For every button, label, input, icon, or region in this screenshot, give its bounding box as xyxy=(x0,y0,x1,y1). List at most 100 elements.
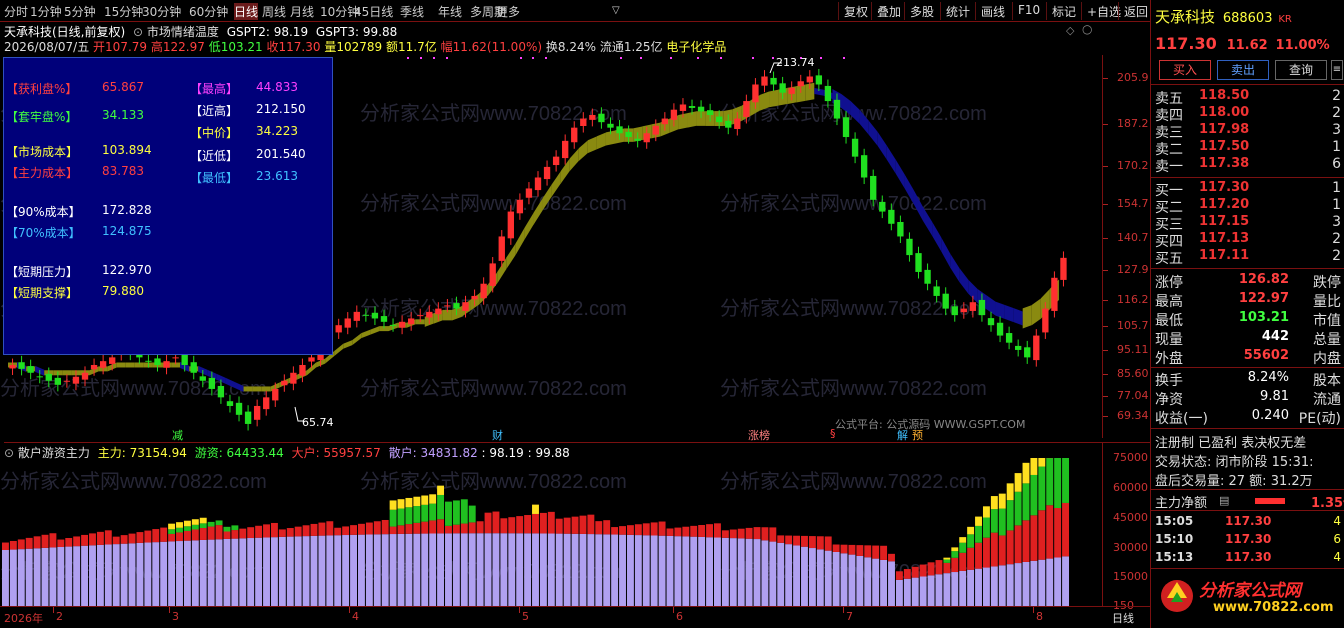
candle-body[interactable] xyxy=(960,308,967,313)
buy-level-3[interactable]: 买三 117.15 3 xyxy=(1155,214,1341,233)
candle-body[interactable] xyxy=(190,362,197,373)
candle-body[interactable] xyxy=(797,81,804,87)
candle-body[interactable] xyxy=(398,321,406,328)
candle-body[interactable] xyxy=(870,175,877,200)
buy-level-4[interactable]: 买四 117.13 2 xyxy=(1155,231,1341,250)
date-period[interactable]: 日线 xyxy=(1112,610,1134,626)
candle-body[interactable] xyxy=(942,293,949,309)
candle-body[interactable] xyxy=(625,131,632,138)
candle-body[interactable] xyxy=(752,84,759,103)
candle-body[interactable] xyxy=(18,362,25,369)
net-flow-icon[interactable]: ▤ xyxy=(1219,494,1229,507)
candle-body[interactable] xyxy=(897,221,904,237)
period-tab-1[interactable]: 1分钟 xyxy=(30,3,62,20)
candle-body[interactable] xyxy=(516,199,524,214)
candle-body[interactable] xyxy=(1051,277,1058,311)
event-tag-reduce[interactable]: 减 xyxy=(172,427,183,443)
buy-button[interactable]: 买入 xyxy=(1159,60,1211,80)
toolbar-button-5[interactable]: F10 xyxy=(1012,2,1045,20)
indicator-toggle-icon[interactable]: ⊙ xyxy=(133,25,143,39)
settings-diamond-icon[interactable]: ◇ xyxy=(1066,24,1074,37)
candle-body[interactable] xyxy=(788,87,795,94)
candle-body[interactable] xyxy=(444,305,451,307)
candle-body[interactable] xyxy=(507,211,514,239)
candle-body[interactable] xyxy=(489,263,496,286)
candle-body[interactable] xyxy=(1060,257,1067,280)
candle-body[interactable] xyxy=(806,76,813,83)
candle-body[interactable] xyxy=(996,322,1004,336)
toolbar-button-8[interactable]: 返回 xyxy=(1118,2,1153,20)
period-tab-6[interactable]: 日线 xyxy=(234,3,259,20)
candle-body[interactable] xyxy=(163,361,170,368)
candle-body[interactable] xyxy=(471,295,478,300)
buy-level-5[interactable]: 买五 117.11 2 xyxy=(1155,248,1341,267)
candle-body[interactable] xyxy=(607,123,614,128)
candle-body[interactable] xyxy=(580,118,587,127)
toolbar-button-4[interactable]: 画线 xyxy=(975,2,1010,20)
candle-body[interactable] xyxy=(380,316,388,322)
period-tab-8[interactable]: 月线 xyxy=(290,3,314,20)
candle-body[interactable] xyxy=(616,126,623,134)
period-tab-0[interactable]: 分时 xyxy=(4,3,28,20)
candle-body[interactable] xyxy=(969,302,977,311)
candle-body[interactable] xyxy=(172,357,179,359)
candle-body[interactable] xyxy=(208,377,216,389)
candle-body[interactable] xyxy=(272,388,279,401)
more-dropdown-icon[interactable]: ▽ xyxy=(612,5,620,16)
candle-body[interactable] xyxy=(879,201,886,212)
toolbar-button-1[interactable]: 叠加 xyxy=(871,2,906,20)
candle-body[interactable] xyxy=(534,177,542,191)
candle-body[interactable] xyxy=(90,364,98,370)
candle-body[interactable] xyxy=(951,306,958,316)
candle-body[interactable] xyxy=(661,118,669,125)
sell-level-2[interactable]: 卖二 117.50 1 xyxy=(1155,139,1341,158)
period-tab-4[interactable]: 30分钟 xyxy=(142,3,181,20)
toolbar-button-6[interactable]: 标记 xyxy=(1046,2,1081,20)
candle-body[interactable] xyxy=(670,109,678,120)
toolbar-button-0[interactable]: 复权 xyxy=(838,2,873,20)
candle-body[interactable] xyxy=(562,140,569,159)
toolbar-button-3[interactable]: 统计 xyxy=(940,2,975,20)
candle-body[interactable] xyxy=(435,308,442,315)
event-tag-limit-up[interactable]: 涨榜 xyxy=(748,427,770,443)
candle-body[interactable] xyxy=(552,156,560,166)
candle-body[interactable] xyxy=(743,101,750,117)
toolbar-button-2[interactable]: 多股 xyxy=(904,2,939,20)
period-tab-10[interactable]: 45日线 xyxy=(354,3,393,20)
candle-body[interactable] xyxy=(978,299,986,316)
candle-body[interactable] xyxy=(344,318,351,328)
sell-level-5[interactable]: 卖五 118.50 2 xyxy=(1155,88,1341,107)
buy-level-1[interactable]: 买一 117.30 1 xyxy=(1155,180,1341,199)
candle-body[interactable] xyxy=(761,76,768,86)
candle-body[interactable] xyxy=(353,311,360,321)
panel-menu-icon[interactable]: ≡ xyxy=(1331,60,1343,80)
candle-body[interactable] xyxy=(9,364,16,369)
candle-body[interactable] xyxy=(815,75,823,85)
candle-body[interactable] xyxy=(716,116,723,123)
candle-body[interactable] xyxy=(589,114,596,120)
candle-body[interactable] xyxy=(706,110,714,115)
candle-body[interactable] xyxy=(72,376,80,384)
candle-body[interactable] xyxy=(933,286,940,296)
candle-body[interactable] xyxy=(652,125,659,135)
indicator-name[interactable]: 市场情绪温度 xyxy=(147,25,219,39)
period-tab-12[interactable]: 年线 xyxy=(438,3,462,20)
candle-body[interactable] xyxy=(281,380,288,386)
candle-body[interactable] xyxy=(598,113,605,123)
candle-body[interactable] xyxy=(335,325,342,333)
candle-body[interactable] xyxy=(81,372,89,380)
candle-body[interactable] xyxy=(308,357,315,362)
candle-body[interactable] xyxy=(426,311,433,318)
candle-body[interactable] xyxy=(99,361,107,368)
candle-body[interactable] xyxy=(389,324,397,326)
period-tab-5[interactable]: 60分钟 xyxy=(189,3,228,20)
candle-body[interactable] xyxy=(1005,333,1013,343)
period-tab-2[interactable]: 5分钟 xyxy=(64,3,96,20)
period-tab-11[interactable]: 季线 xyxy=(400,3,424,20)
candle-body[interactable] xyxy=(924,269,931,284)
event-tag-forecast[interactable]: 预 xyxy=(912,427,923,443)
event-tag-finance[interactable]: 财 xyxy=(492,427,503,443)
candle-body[interactable] xyxy=(679,104,687,111)
candle-body[interactable] xyxy=(571,127,578,143)
candle-body[interactable] xyxy=(417,315,424,317)
